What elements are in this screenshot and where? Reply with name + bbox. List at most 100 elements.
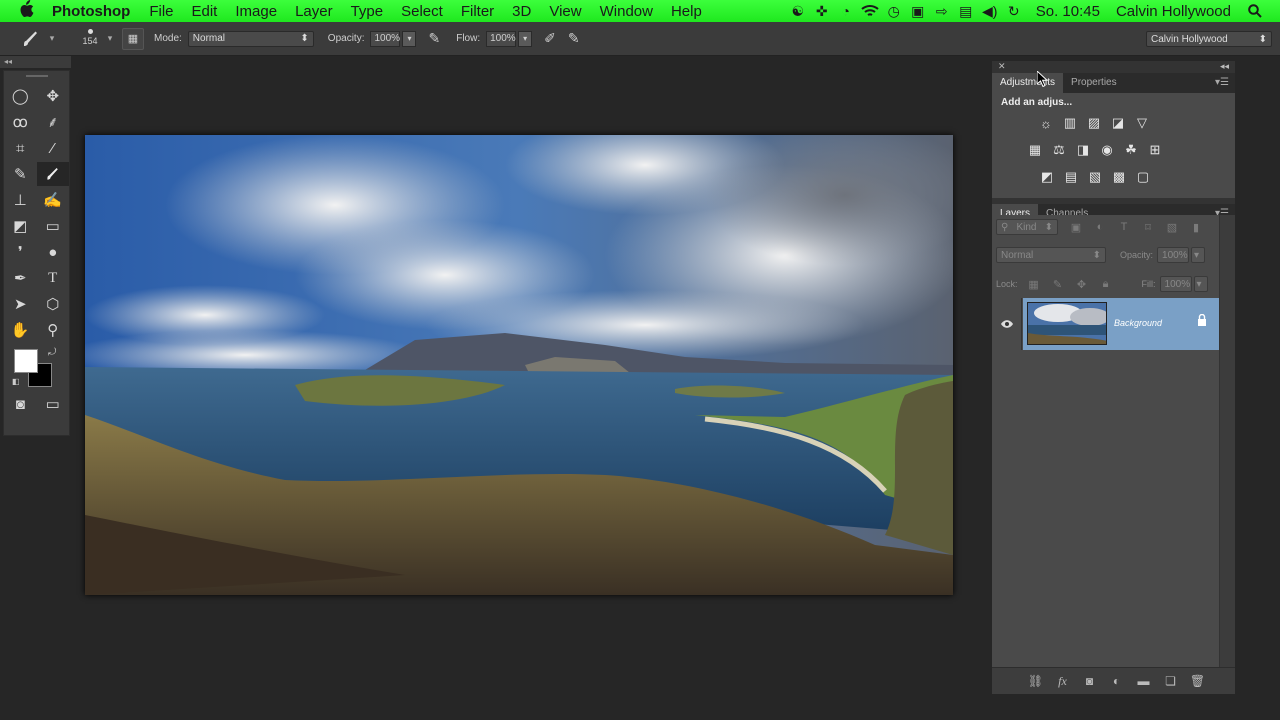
screen-mode-icon[interactable]: ▭ — [37, 392, 70, 416]
menu-3d[interactable]: 3D — [503, 3, 540, 20]
layer-opacity-dropdown-icon[interactable]: ▾ — [1191, 247, 1206, 263]
brush-tool-icon[interactable] — [36, 162, 69, 186]
brush-panel-toggle-button[interactable]: ▦ — [122, 27, 144, 50]
default-colors-icon[interactable]: ◧ — [12, 377, 20, 386]
tab-adjustments[interactable]: Adjustments — [992, 73, 1064, 93]
layer-row-background[interactable]: Background — [992, 298, 1219, 350]
menu-help[interactable]: Help — [662, 3, 711, 20]
time-machine-icon[interactable]: ◔ — [835, 0, 857, 22]
exposure-icon[interactable]: ◪ — [1106, 111, 1130, 135]
flow-dropdown-icon[interactable]: ▾ — [518, 30, 533, 47]
new-adjustment-layer-icon[interactable]: ◐ — [1103, 674, 1130, 688]
eraser-tool-icon[interactable]: ◩ — [4, 214, 37, 238]
menu-layer[interactable]: Layer — [286, 3, 342, 20]
sync-icon[interactable]: ↻ — [1003, 0, 1025, 22]
hand-tool-icon[interactable]: ✋ — [4, 318, 37, 342]
blur-tool-icon[interactable]: ❜ — [4, 240, 37, 264]
layer-fill-input[interactable]: 100% — [1159, 276, 1192, 292]
quick-selection-tool-icon[interactable]: ⸙ — [37, 110, 70, 134]
menu-edit[interactable]: Edit — [183, 3, 227, 20]
toolbox-collapse-icon[interactable]: ◂◂ — [0, 56, 71, 68]
mode-select[interactable]: Normal ⬍ — [187, 30, 314, 47]
new-layer-icon[interactable]: ❏ — [1157, 674, 1184, 688]
opacity-dropdown-icon[interactable]: ▾ — [402, 30, 417, 47]
menu-window[interactable]: Window — [591, 3, 662, 20]
crop-tool-icon[interactable]: ⌗ — [4, 136, 37, 160]
shape-tool-icon[interactable]: ⬡ — [37, 292, 70, 316]
arrow-icon[interactable]: ⇨ — [931, 0, 953, 22]
photo-filter-icon[interactable]: ◉ — [1095, 138, 1119, 162]
link-layers-icon[interactable]: ⛓ — [1022, 674, 1049, 688]
menu-filter[interactable]: Filter — [452, 3, 503, 20]
path-selection-tool-icon[interactable]: ➤ — [4, 292, 37, 316]
gradient-map-icon[interactable]: ▩ — [1107, 165, 1131, 189]
zoom-tool-icon[interactable]: ⚲ — [37, 318, 70, 342]
filter-pixel-icon[interactable]: ▣ — [1064, 221, 1088, 234]
type-tool-icon[interactable]: T — [37, 266, 70, 290]
clone-stamp-tool-icon[interactable]: ⊥ — [4, 188, 37, 212]
menu-view[interactable]: View — [540, 3, 590, 20]
document-canvas[interactable] — [85, 135, 953, 595]
threshold-icon[interactable]: ▧ — [1083, 165, 1107, 189]
layer-fill-dropdown-icon[interactable]: ▾ — [1193, 276, 1208, 292]
delete-layer-icon[interactable]: 🗑︎ — [1184, 674, 1211, 688]
layer-style-fx-icon[interactable]: fx — [1049, 674, 1076, 689]
hue-saturation-icon[interactable]: ▦ — [1023, 138, 1047, 162]
selective-color-icon[interactable]: ▢ — [1131, 165, 1155, 189]
wifi-icon[interactable] — [859, 0, 881, 22]
display-icon[interactable]: ▣ — [907, 0, 929, 22]
menu-type[interactable]: Type — [342, 3, 393, 20]
airbrush-icon[interactable]: ✐ — [544, 30, 556, 47]
brush-tool-preset-icon[interactable] — [16, 26, 46, 52]
pressure-opacity-icon[interactable]: ✎ — [428, 30, 440, 47]
menubar-user[interactable]: Calvin Hollywood — [1110, 3, 1243, 20]
panel-menu-icon[interactable]: ▾☰ — [1215, 77, 1229, 88]
layer-filter-kind-select[interactable]: ⚲ Kind ⬍ — [996, 219, 1058, 235]
creative-cloud-icon[interactable]: ☯ — [787, 0, 809, 22]
curves-icon[interactable]: ▨ — [1082, 111, 1106, 135]
color-balance-icon[interactable]: ⚖ — [1047, 138, 1071, 162]
lock-pixels-icon[interactable]: ✎ — [1046, 278, 1070, 291]
filter-shape-icon[interactable]: ⌑ — [1136, 221, 1160, 234]
opacity-input[interactable]: 100% — [370, 30, 401, 47]
apple-icon[interactable] — [18, 0, 40, 22]
history-brush-tool-icon[interactable]: ✍ — [37, 188, 70, 212]
quick-mask-icon[interactable]: ◙ — [4, 392, 37, 416]
filter-adjustment-icon[interactable]: ◐ — [1088, 221, 1112, 233]
color-lookup-icon[interactable]: ⊞ — [1143, 138, 1167, 162]
new-group-icon[interactable]: ▬ — [1130, 674, 1157, 688]
lock-position-icon[interactable]: ✥ — [1070, 278, 1094, 291]
black-white-icon[interactable]: ◨ — [1071, 138, 1095, 162]
close-panel-icon[interactable]: ✕ — [998, 61, 1006, 72]
brush-picker-dropdown-icon[interactable]: ▾ — [104, 33, 116, 44]
layer-blend-mode-select[interactable]: Normal ⬍ — [996, 247, 1106, 263]
spotlight-search-icon[interactable] — [1244, 0, 1266, 22]
workspace-select[interactable]: Calvin Hollywood ⬍ — [1146, 31, 1272, 47]
spot-healing-brush-icon[interactable]: ✎ — [4, 162, 37, 186]
move-tool-icon[interactable]: ✥ — [37, 84, 70, 108]
eyedropper-tool-icon[interactable]: ⁄ — [37, 136, 70, 160]
filter-smart-object-icon[interactable]: ▧ — [1160, 221, 1184, 234]
screen-icon[interactable]: ▤ — [955, 0, 977, 22]
gradient-tool-icon[interactable]: ▭ — [37, 214, 70, 238]
menu-select[interactable]: Select — [392, 3, 452, 20]
brush-size-picker[interactable]: 154 — [76, 26, 104, 52]
gamepad-icon[interactable]: ✜ — [811, 0, 833, 22]
elliptical-marquee-tool-icon[interactable]: ◯ — [4, 84, 37, 108]
pen-tool-icon[interactable]: ✒ — [4, 266, 37, 290]
add-mask-icon[interactable]: ◙ — [1076, 674, 1103, 688]
tab-properties[interactable]: Properties — [1063, 73, 1125, 93]
volume-icon[interactable]: ◀) — [979, 0, 1001, 22]
pressure-size-icon[interactable]: ✎ — [568, 30, 580, 47]
toolbox-grip[interactable] — [25, 75, 48, 77]
layer-lock-icon[interactable] — [1197, 313, 1207, 329]
lock-transparent-icon[interactable]: ▦ — [1022, 278, 1046, 291]
menu-app-name[interactable]: Photoshop — [48, 3, 140, 20]
posterize-icon[interactable]: ▤ — [1059, 165, 1083, 189]
dodge-tool-icon[interactable]: ● — [37, 240, 70, 264]
collapse-dock-icon[interactable]: ◂◂ — [1220, 61, 1229, 72]
flow-input[interactable]: 100% — [486, 30, 517, 47]
menu-image[interactable]: Image — [226, 3, 286, 20]
menu-file[interactable]: File — [140, 3, 182, 20]
filter-toggle-icon[interactable]: ▮ — [1184, 221, 1208, 234]
